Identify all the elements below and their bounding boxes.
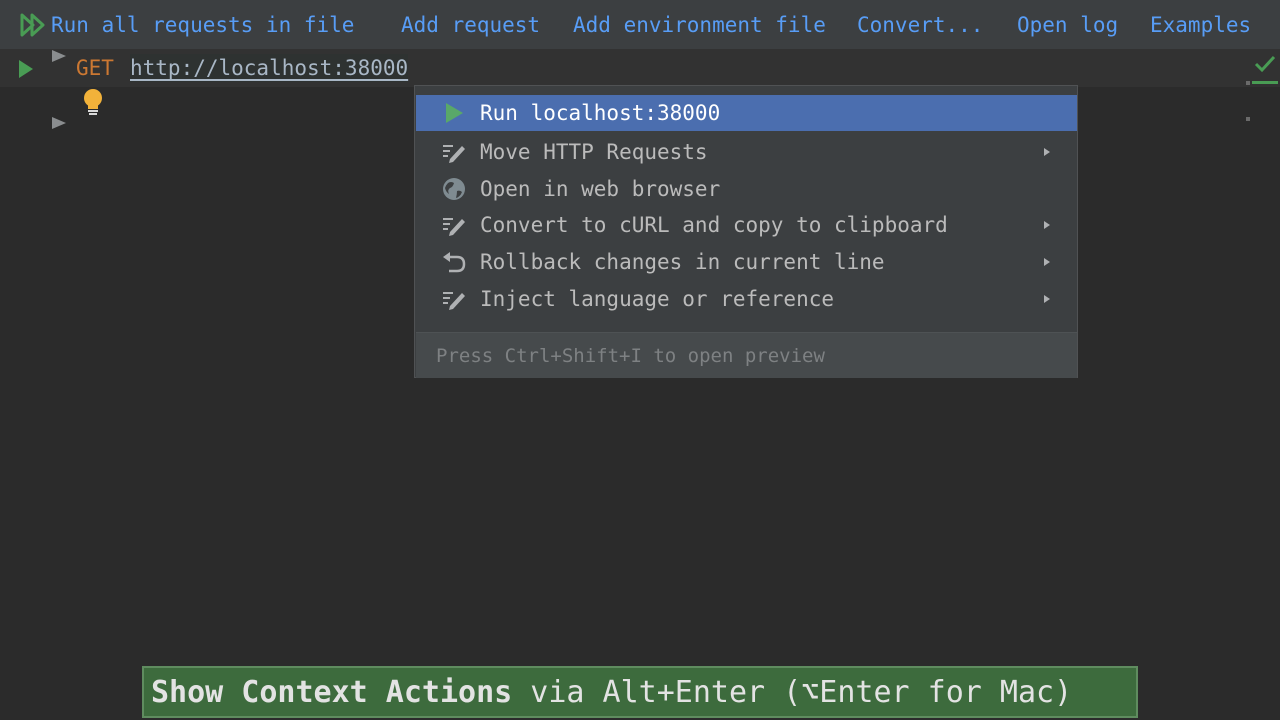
- submenu-arrow-icon: [1044, 221, 1050, 229]
- shortcut-tip-banner: Show Context Actions via Alt+Enter (⌥Ent…: [142, 666, 1138, 718]
- error-stripe-marker: [1252, 81, 1278, 84]
- tip-action-name: Show Context Actions: [151, 675, 513, 710]
- menu-item-label: Open in web browser: [480, 177, 721, 201]
- request-url[interactable]: http://localhost:38000: [130, 54, 409, 82]
- context-actions-popup: Run localhost:38000 Move HTTP Requests O…: [414, 85, 1078, 378]
- menu-item-run-localhost[interactable]: Run localhost:38000: [416, 95, 1077, 131]
- fold-marker-icon[interactable]: [50, 116, 68, 132]
- menu-item-open-in-web-browser[interactable]: Open in web browser: [416, 171, 1077, 207]
- run-request-gutter-icon[interactable]: [17, 59, 35, 79]
- http-client-toolbar: Run all requests in file Add request Add…: [0, 0, 1280, 50]
- submenu-arrow-icon: [1044, 295, 1050, 303]
- add-request-button[interactable]: Add request: [401, 0, 540, 49]
- menu-item-label: Convert to cURL and copy to clipboard: [480, 213, 948, 237]
- scroll-marker: [1246, 117, 1250, 121]
- preview-hint: Press Ctrl+Shift+I to open preview: [436, 345, 825, 367]
- lightbulb-icon[interactable]: [81, 88, 105, 118]
- menu-item-move-http-requests[interactable]: Move HTTP Requests: [416, 134, 1077, 170]
- tip-text: Show Context Actions via Alt+Enter (⌥Ent…: [151, 668, 1072, 718]
- run-all-requests-button[interactable]: Run all requests in file: [51, 0, 354, 49]
- add-environment-file-button[interactable]: Add environment file: [573, 0, 826, 49]
- menu-item-rollback-changes[interactable]: Rollback changes in current line: [416, 244, 1077, 280]
- intention-edit-icon: [443, 218, 465, 236]
- scroll-marker: [1246, 81, 1250, 85]
- globe-icon: [443, 178, 465, 200]
- run-all-icon[interactable]: [20, 13, 46, 37]
- intention-edit-icon: [443, 145, 465, 163]
- fold-marker-icon[interactable]: [50, 50, 68, 66]
- menu-item-convert-to-curl[interactable]: Convert to cURL and copy to clipboard: [416, 207, 1077, 243]
- submenu-arrow-icon: [1044, 148, 1050, 156]
- examples-button[interactable]: Examples: [1150, 0, 1251, 49]
- no-problems-check-icon[interactable]: [1254, 55, 1276, 73]
- submenu-arrow-icon: [1044, 258, 1050, 266]
- menu-item-label: Inject language or reference: [480, 287, 835, 311]
- menu-item-label: Rollback changes in current line: [480, 250, 885, 274]
- ide-window: Run all requests in file Add request Add…: [0, 0, 1280, 720]
- menu-item-label: Run localhost:38000: [480, 101, 721, 125]
- open-log-button[interactable]: Open log: [1017, 0, 1118, 49]
- run-icon: [446, 103, 463, 123]
- convert-button[interactable]: Convert...: [857, 0, 983, 49]
- popup-footer: Press Ctrl+Shift+I to open preview: [416, 332, 1077, 378]
- intention-edit-icon: [443, 292, 465, 310]
- menu-item-inject-language[interactable]: Inject language or reference: [416, 281, 1077, 317]
- menu-item-label: Move HTTP Requests: [480, 140, 708, 164]
- http-method: GET: [76, 56, 114, 80]
- rollback-icon: [443, 252, 466, 273]
- tip-shortcut: via Alt+Enter (⌥Enter for Mac): [530, 675, 1073, 710]
